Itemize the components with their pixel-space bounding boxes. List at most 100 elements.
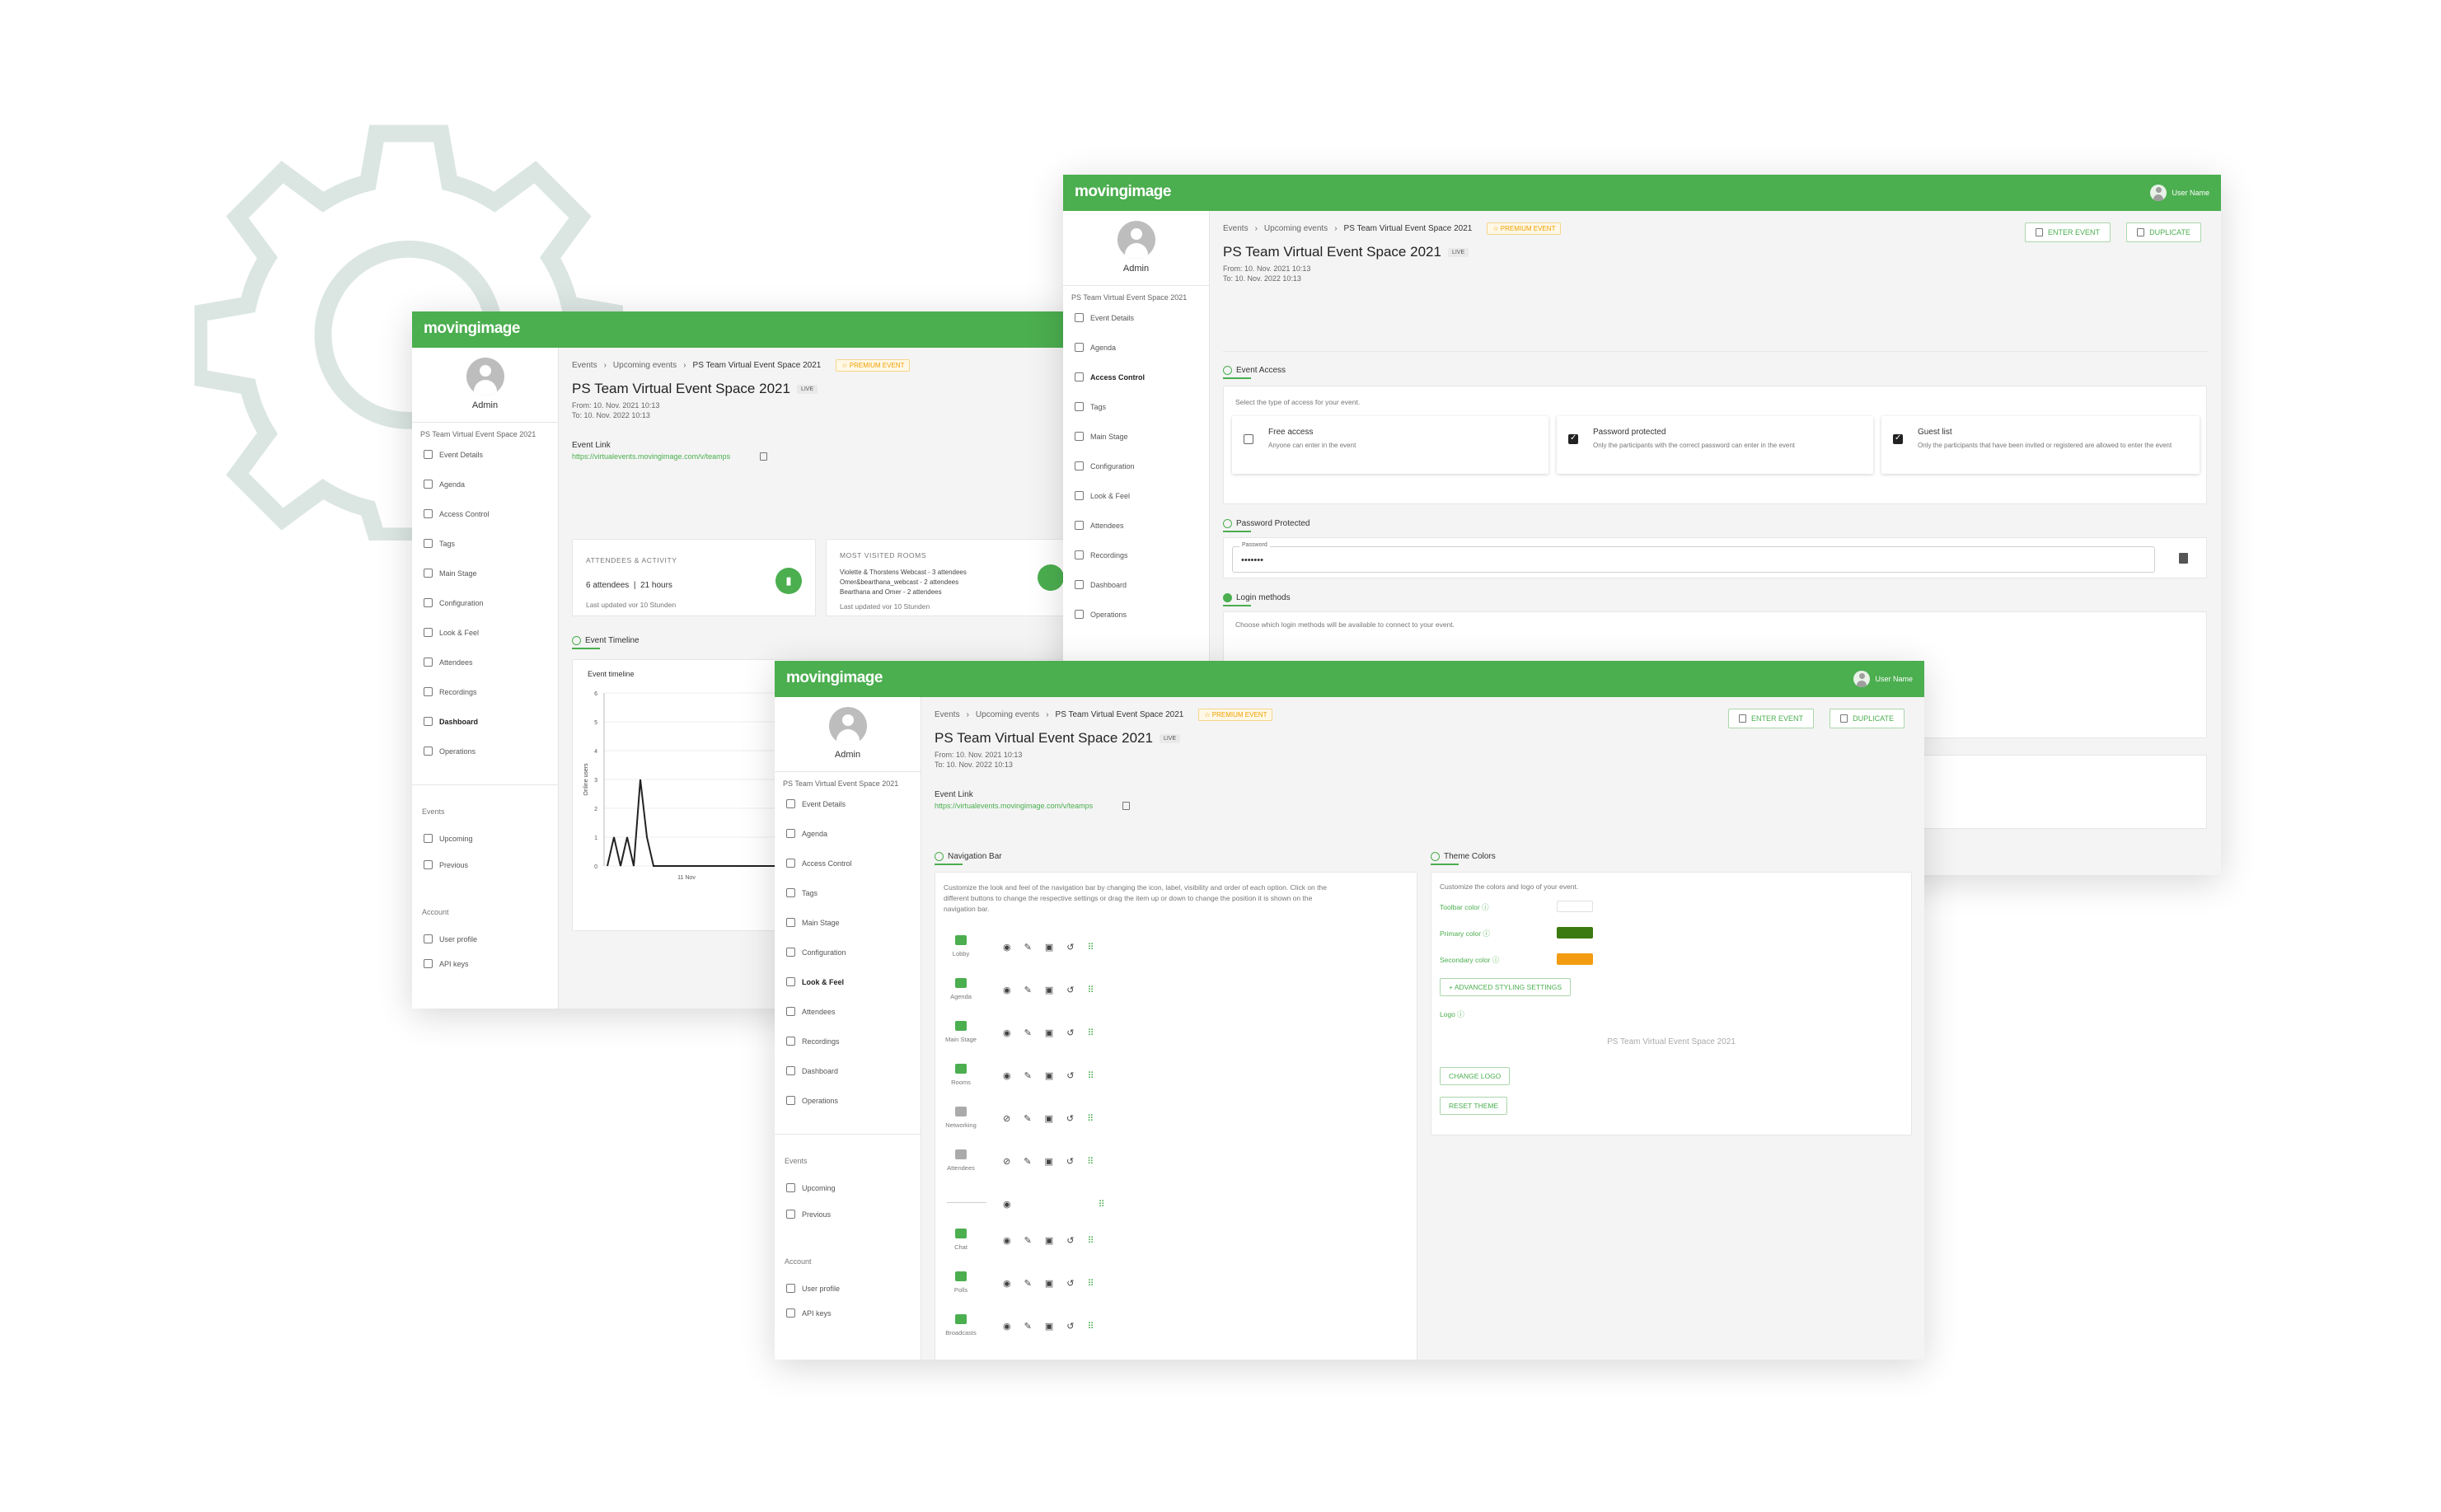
visibility-icon[interactable]: ◉ bbox=[1003, 985, 1011, 995]
sidebar-item-api-keys[interactable]: API keys bbox=[786, 1308, 832, 1318]
reset-icon[interactable]: ↺ bbox=[1066, 985, 1074, 995]
sidebar-item-agenda[interactable]: Agenda bbox=[1075, 343, 1116, 352]
sidebar-item-user-profile[interactable]: User profile bbox=[786, 1284, 840, 1293]
drag-handle-icon[interactable]: ⠿ bbox=[1087, 1070, 1094, 1081]
duplicate-button[interactable]: DUPLICATE bbox=[1830, 709, 1905, 728]
image-icon[interactable]: ▣ bbox=[1045, 1070, 1053, 1081]
sidebar-item-tags[interactable]: Tags bbox=[786, 888, 818, 897]
access-option-guest-list[interactable]: Guest list Only the participants that ha… bbox=[1881, 416, 2200, 474]
drag-handle-icon[interactable]: ⠿ bbox=[1087, 942, 1094, 953]
sidebar-item-attendees[interactable]: Attendees bbox=[424, 658, 473, 667]
access-option-password[interactable]: Password protected Only the participants… bbox=[1557, 416, 1873, 474]
visibility-icon[interactable]: ◉ bbox=[1003, 1278, 1011, 1289]
reset-theme-button[interactable]: RESET THEME bbox=[1440, 1097, 1508, 1115]
image-icon[interactable]: ▣ bbox=[1045, 1321, 1053, 1332]
sidebar-item-previous[interactable]: Previous bbox=[786, 1210, 831, 1219]
nav-item-broadcasts[interactable]: Broadcasts ◉ ✎ ▣ ↺ ⠿ bbox=[944, 1309, 1174, 1352]
sidebar-item-user-profile[interactable]: User profile bbox=[424, 934, 477, 943]
breadcrumb-events[interactable]: Events bbox=[1223, 224, 1249, 233]
sidebar-item-dashboard[interactable]: Dashboard bbox=[424, 717, 478, 726]
image-icon[interactable]: ▣ bbox=[1044, 1113, 1052, 1124]
password-protected-checkbox[interactable] bbox=[1568, 433, 1578, 444]
nav-item-attendees[interactable]: Attendees ⊘ ✎ ▣ ↺ ⠿ bbox=[944, 1145, 1174, 1187]
event-link[interactable]: https://virtualevents.movingimage.com/v/… bbox=[572, 452, 730, 461]
sidebar-item-recordings[interactable]: Recordings bbox=[1075, 550, 1128, 559]
sidebar-item-previous[interactable]: Previous bbox=[424, 860, 468, 869]
nav-item-rooms[interactable]: Rooms ◉ ✎ ▣ ↺ ⠿ bbox=[944, 1059, 1174, 1102]
sidebar-item-event-details[interactable]: Event Details bbox=[424, 450, 483, 459]
image-icon[interactable]: ▣ bbox=[1045, 1235, 1053, 1246]
sidebar-item-attendees[interactable]: Attendees bbox=[1075, 521, 1124, 530]
breadcrumb-upcoming[interactable]: Upcoming events bbox=[613, 361, 677, 370]
reset-icon[interactable]: ↺ bbox=[1066, 942, 1074, 953]
sidebar-item-event-details[interactable]: Event Details bbox=[786, 799, 846, 808]
image-icon[interactable]: ▣ bbox=[1045, 942, 1053, 953]
drag-handle-icon[interactable]: ⠿ bbox=[1087, 1156, 1094, 1167]
edit-icon[interactable]: ✎ bbox=[1024, 1278, 1032, 1289]
access-option-free[interactable]: Free access Anyone can enter in the even… bbox=[1232, 416, 1548, 474]
drag-handle-icon[interactable]: ⠿ bbox=[1087, 985, 1094, 995]
drag-handle-icon[interactable]: ⠿ bbox=[1087, 1321, 1094, 1332]
drag-handle-icon[interactable]: ⠿ bbox=[1087, 1278, 1094, 1289]
user-menu[interactable]: User Name bbox=[2150, 185, 2209, 201]
password-input[interactable]: Password ••••••• bbox=[1232, 542, 2155, 573]
sidebar-item-dashboard[interactable]: Dashboard bbox=[786, 1066, 838, 1075]
breadcrumb-upcoming[interactable]: Upcoming events bbox=[976, 710, 1039, 719]
sidebar-item-configuration[interactable]: Configuration bbox=[1075, 461, 1135, 470]
nav-item-lobby[interactable]: Lobby ◉ ✎ ▣ ↺ ⠿ bbox=[944, 930, 1174, 973]
drag-handle-icon[interactable]: ⠿ bbox=[1087, 1113, 1094, 1124]
edit-icon[interactable]: ✎ bbox=[1024, 1321, 1032, 1332]
nav-item-chat[interactable]: Chat ◉ ✎ ▣ ↺ ⠿ bbox=[944, 1224, 1174, 1266]
edit-icon[interactable]: ✎ bbox=[1024, 1113, 1031, 1124]
sidebar-item-main-stage[interactable]: Main Stage bbox=[424, 569, 477, 578]
image-icon[interactable]: ▣ bbox=[1045, 985, 1053, 995]
image-icon[interactable]: ▣ bbox=[1045, 1278, 1053, 1289]
breadcrumb-events[interactable]: Events bbox=[935, 710, 960, 719]
visibility-icon[interactable]: ◉ bbox=[1003, 942, 1011, 953]
sidebar-item-agenda[interactable]: Agenda bbox=[424, 480, 465, 489]
sidebar-item-configuration[interactable]: Configuration bbox=[424, 598, 484, 607]
sidebar-item-recordings[interactable]: Recordings bbox=[424, 687, 477, 696]
edit-icon[interactable]: ✎ bbox=[1024, 1070, 1032, 1081]
toolbar-color-swatch[interactable] bbox=[1557, 901, 1593, 912]
visibility-icon[interactable]: ◉ bbox=[1003, 1199, 1011, 1210]
edit-icon[interactable]: ✎ bbox=[1024, 1028, 1032, 1038]
visibility-off-icon[interactable]: ⊘ bbox=[1003, 1156, 1010, 1167]
sidebar-item-main-stage[interactable]: Main Stage bbox=[786, 918, 840, 927]
user-menu[interactable]: User Name bbox=[1853, 671, 1913, 687]
primary-color-swatch[interactable] bbox=[1557, 927, 1593, 939]
drag-handle-icon[interactable]: ⠿ bbox=[1099, 1199, 1105, 1210]
reset-icon[interactable]: ↺ bbox=[1066, 1235, 1074, 1246]
reset-icon[interactable]: ↺ bbox=[1066, 1113, 1074, 1124]
sidebar-item-recordings[interactable]: Recordings bbox=[786, 1037, 840, 1046]
sidebar-item-upcoming[interactable]: Upcoming bbox=[424, 834, 473, 843]
sidebar-item-operations[interactable]: Operations bbox=[424, 747, 476, 756]
breadcrumb-upcoming[interactable]: Upcoming events bbox=[1264, 224, 1328, 233]
drag-handle-icon[interactable]: ⠿ bbox=[1087, 1235, 1094, 1246]
visibility-icon[interactable]: ◉ bbox=[1003, 1235, 1011, 1246]
enter-event-button[interactable]: ENTER EVENT bbox=[2024, 222, 2111, 242]
clipboard-icon[interactable] bbox=[2179, 553, 2188, 564]
sidebar-item-tags[interactable]: Tags bbox=[424, 539, 455, 548]
sidebar-item-attendees[interactable]: Attendees bbox=[786, 1007, 836, 1016]
image-icon[interactable]: ▣ bbox=[1044, 1156, 1052, 1167]
sidebar-item-configuration[interactable]: Configuration bbox=[786, 948, 846, 957]
sidebar-item-operations[interactable]: Operations bbox=[786, 1096, 838, 1105]
visibility-icon[interactable]: ◉ bbox=[1003, 1028, 1011, 1038]
image-icon[interactable]: ▣ bbox=[1045, 1028, 1053, 1038]
enter-event-button[interactable]: ENTER EVENT bbox=[1727, 709, 1814, 728]
sidebar-item-main-stage[interactable]: Main Stage bbox=[1075, 432, 1128, 441]
reset-icon[interactable]: ↺ bbox=[1066, 1156, 1074, 1167]
reset-icon[interactable]: ↺ bbox=[1066, 1278, 1074, 1289]
nav-item-main-stage[interactable]: Main Stage ◉ ✎ ▣ ↺ ⠿ bbox=[944, 1016, 1174, 1059]
sidebar-item-look-feel[interactable]: Look & Feel bbox=[786, 977, 844, 986]
sidebar-item-access-control[interactable]: Access Control bbox=[1075, 372, 1145, 382]
visibility-off-icon[interactable]: ⊘ bbox=[1003, 1113, 1010, 1124]
nav-item-agenda[interactable]: Agenda ◉ ✎ ▣ ↺ ⠿ bbox=[944, 973, 1174, 1016]
sidebar-item-dashboard[interactable]: Dashboard bbox=[1075, 580, 1127, 589]
reset-icon[interactable]: ↺ bbox=[1066, 1321, 1074, 1332]
breadcrumb-events[interactable]: Events bbox=[572, 361, 597, 370]
event-link[interactable]: https://virtualevents.movingimage.com/v/… bbox=[935, 802, 1093, 810]
visibility-icon[interactable]: ◉ bbox=[1003, 1321, 1011, 1332]
sidebar-item-api-keys[interactable]: API keys bbox=[424, 959, 469, 968]
